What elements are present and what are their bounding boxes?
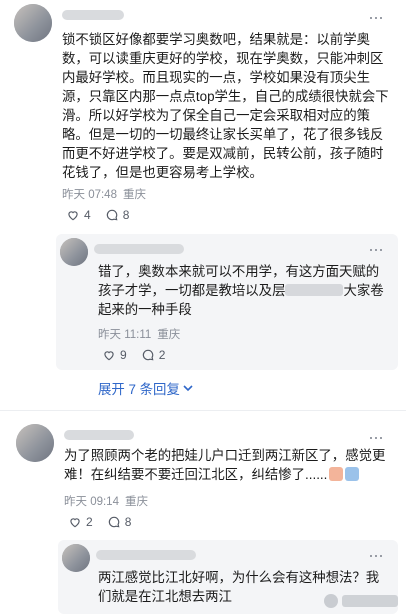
reply-location: 重庆 xyxy=(157,329,181,341)
watermark-logo xyxy=(324,594,338,608)
watermark-name xyxy=(342,595,398,607)
username-blurred[interactable] xyxy=(96,550,196,560)
comment-meta: 昨天 07:48 重庆 xyxy=(62,186,152,202)
reply-button[interactable]: 8 xyxy=(105,208,130,222)
username-blurred[interactable] xyxy=(62,10,124,20)
comment-text: 为了照顾两个老的把娃儿户口迁到两江新区了，感觉更难！在纠结要不要迁回江北区，纠结… xyxy=(64,446,390,484)
expand-replies-link[interactable]: 展开 7 条回复 xyxy=(98,378,193,398)
watermark xyxy=(324,594,398,608)
reply-meta: 昨天 11:11 重庆 xyxy=(98,326,186,342)
like-button[interactable]: 9 xyxy=(102,348,127,362)
more-dots-icon[interactable]: ··· xyxy=(368,8,384,26)
heart-icon xyxy=(104,351,114,361)
like-button[interactable]: 2 xyxy=(68,515,93,529)
expand-replies-label: 展开 7 条回复 xyxy=(98,382,180,397)
avatar[interactable] xyxy=(62,544,90,572)
comment-time: 昨天 09:14 xyxy=(64,496,119,508)
reply-button[interactable]: 2 xyxy=(141,348,166,362)
chevron-down-icon xyxy=(183,385,193,392)
more-dots-icon[interactable]: ··· xyxy=(368,240,384,258)
redacted-text xyxy=(285,284,344,296)
like-count: 4 xyxy=(84,208,91,222)
username-blurred[interactable] xyxy=(94,244,184,254)
like-button[interactable]: 4 xyxy=(66,208,91,222)
comment-actions: 2 8 xyxy=(68,515,131,529)
username-blurred[interactable] xyxy=(64,430,134,440)
avatar[interactable] xyxy=(16,424,54,462)
avatar[interactable] xyxy=(60,238,88,266)
reply-time: 昨天 11:11 xyxy=(98,329,152,341)
more-dots-icon[interactable]: ··· xyxy=(368,546,384,564)
comment-meta: 昨天 09:14 重庆 xyxy=(64,493,154,509)
comment-icon xyxy=(142,349,154,361)
comment-time: 昨天 07:48 xyxy=(62,189,117,201)
comment-icon xyxy=(108,516,120,528)
comment-icon xyxy=(106,209,118,221)
comment-location: 重庆 xyxy=(122,189,146,201)
divider xyxy=(0,410,406,411)
reply-text: 错了，奥数本来就可以不用学，有这方面天赋的孩子才学，一切都是教培以及层 大家卷起来… xyxy=(98,262,388,319)
like-count: 9 xyxy=(120,348,127,362)
comment-location: 重庆 xyxy=(124,496,148,508)
reply-count: 8 xyxy=(124,515,132,529)
reply-count: 8 xyxy=(122,208,130,222)
heart-icon xyxy=(68,211,78,221)
reply-count: 2 xyxy=(158,348,166,362)
emoji-icon xyxy=(345,467,360,481)
emoji-icon xyxy=(329,467,344,481)
avatar[interactable] xyxy=(14,4,52,42)
comment-text: 锁不锁区好像都要学习奥数吧，结果就是：以前学奥数，可以读重庆更好的学校，现在学奥… xyxy=(62,32,389,180)
comment-actions: 4 8 xyxy=(66,208,129,222)
heart-icon xyxy=(70,518,80,528)
reply-actions: 9 2 xyxy=(102,348,165,362)
reply-button[interactable]: 8 xyxy=(107,515,132,529)
like-count: 2 xyxy=(86,515,93,529)
more-dots-icon[interactable]: ··· xyxy=(368,428,384,446)
